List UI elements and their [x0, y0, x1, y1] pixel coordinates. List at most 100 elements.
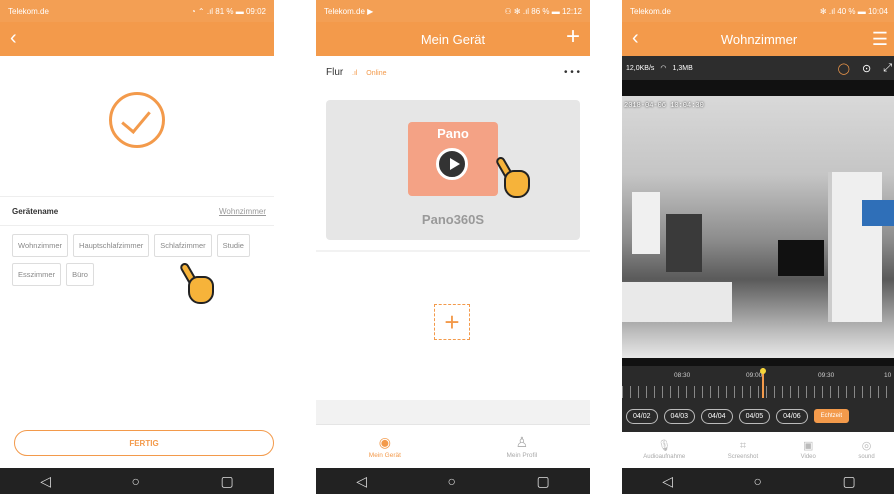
tool-label: Audioaufnahme [643, 454, 686, 460]
signal-icon: .ıl [352, 69, 358, 77]
more-options-icon[interactable]: • • • [564, 67, 580, 78]
data-used-text: 1,3MB [672, 64, 693, 72]
brand-text: Pano360S [421, 212, 485, 227]
date-chip[interactable]: 04/06 [776, 408, 808, 424]
phone-screen-live-view: Telekom.de ✻ .ıl 40 % ▬ 10:04 ‹ Wohnzimm… [622, 0, 894, 494]
device-name-label: Gerätename [12, 206, 59, 216]
live-button[interactable]: Echtzeit [813, 409, 849, 423]
time-label: 10 [884, 372, 892, 379]
success-check [0, 92, 274, 148]
status-bar: Telekom.de ▶ ⚇ ✻ .ıl 86 % ▬ 12:12 [316, 0, 590, 22]
online-status: Online [366, 69, 387, 77]
fullscreen-icon[interactable]: ⤢ [883, 62, 892, 75]
android-nav-bar: ◁ ○ ▢ [0, 468, 274, 494]
video-timestamp: 2018-04-06 10:04:30 [624, 102, 704, 110]
sound-button[interactable]: ◎ sound [858, 440, 874, 460]
crop-icon: ⌗ [739, 440, 747, 452]
status-icons: ◔ ⌃ .ıl 81 % ▬ 09:02 [190, 6, 266, 16]
tool-label: sound [858, 454, 875, 460]
finish-button[interactable]: FERTIG [14, 430, 274, 456]
video-door [666, 214, 702, 272]
wifi-icon: ◠ [660, 65, 667, 72]
room-chip[interactable]: Studie [216, 234, 250, 257]
play-icon[interactable] [436, 148, 468, 180]
chevron-left-icon[interactable]: ‹ [632, 28, 639, 48]
phone-screen-my-device: Telekom.de ▶ ⚇ ✻ .ıl 86 % ▬ 12:12 Mein G… [316, 0, 590, 494]
device-name-row[interactable]: Gerätename Wohnzimmer [0, 196, 274, 226]
room-chip[interactable]: Büro [66, 263, 94, 286]
checkmark-icon [109, 92, 165, 148]
video-camera-icon: ▣ [803, 440, 814, 452]
video-record-button[interactable]: ▣ Video [801, 440, 816, 460]
status-icons: ✻ .ıl 40 % ▬ 10:04 [819, 6, 888, 16]
playback-timeline[interactable]: 08:30 09:00 09:30 10 [622, 366, 894, 400]
date-chip[interactable]: 04/02 [626, 408, 658, 424]
menu-icon[interactable]: ☰ [872, 29, 888, 50]
carrier-text: Telekom.de ▶ [324, 6, 374, 16]
audio-record-button[interactable]: 🎙︎ Audioaufnahme [643, 440, 685, 460]
pano-logo: Pano [408, 122, 498, 196]
recents-square-icon[interactable]: ▢ [843, 473, 856, 490]
timeline-cursor[interactable] [760, 368, 766, 398]
page-title: Mein Gerät [420, 31, 486, 47]
video-picture [862, 200, 894, 226]
back-triangle-icon[interactable]: ◁ [356, 473, 367, 490]
bottom-tab-bar: ◉ Mein Gerät ♙ Mein Profil [316, 424, 590, 468]
tool-label: Video [800, 454, 816, 460]
home-circle-icon[interactable]: ○ [754, 473, 762, 489]
status-bar: Telekom.de ✻ .ıl 40 % ▬ 10:04 [622, 0, 894, 22]
room-chip[interactable]: Esszimmer [12, 263, 62, 286]
live-video[interactable]: 2018-04-06 10:04:30 [622, 96, 894, 358]
video-window [632, 192, 660, 254]
screenshot-button[interactable]: ⌗ Screenshot [728, 440, 758, 460]
timeline-ticks [622, 386, 894, 398]
add-device-button[interactable]: + [434, 304, 470, 340]
date-chip[interactable]: 04/04 [701, 408, 733, 424]
back-triangle-icon[interactable]: ◁ [40, 473, 51, 490]
room-chip[interactable]: Hauptschlafzimmer [73, 234, 150, 257]
camera-thumbnail[interactable]: Pano Pano360S [326, 100, 580, 240]
logo-text: Pano [437, 126, 469, 141]
carrier-text: Telekom.de [630, 6, 671, 16]
status-icons: ⚇ ✻ .ıl 86 % ▬ 12:12 [504, 6, 582, 16]
recents-square-icon[interactable]: ▢ [221, 473, 234, 490]
carrier-text: Telekom.de [8, 6, 49, 16]
recents-square-icon[interactable]: ▢ [537, 473, 550, 490]
home-circle-icon[interactable]: ○ [448, 473, 456, 489]
video-tv [778, 240, 824, 276]
page-title: Wohnzimmer [720, 31, 798, 47]
tool-bar: 🎙︎ Audioaufnahme ⌗ Screenshot ▣ Video ◎ … [622, 432, 894, 468]
microphone-icon: 🎙︎ [657, 440, 672, 452]
android-nav-bar: ◁ ○ ▢ [316, 468, 590, 494]
navigation-icon[interactable]: ⊙ [862, 62, 871, 75]
android-nav-bar: ◁ ○ ▢ [622, 468, 894, 494]
date-selector: 04/02 04/03 04/04 04/05 04/06 Echtzeit [622, 400, 894, 432]
room-chip[interactable]: Schlafzimmer [154, 234, 212, 257]
camera-icon: ◉ [378, 433, 391, 450]
video-sofa [622, 282, 732, 322]
add-device-icon[interactable]: + [566, 24, 580, 50]
pointing-hand-icon [494, 155, 532, 202]
home-circle-icon[interactable]: ○ [132, 473, 140, 489]
time-label: 09:30 [818, 372, 835, 379]
app-bar: ‹ [0, 22, 274, 56]
hand-palm [504, 170, 530, 198]
chevron-left-icon[interactable]: ‹ [10, 28, 17, 48]
date-chip[interactable]: 04/05 [738, 408, 771, 424]
speaker-icon: ◎ [861, 440, 872, 452]
rotate-icon[interactable]: ◯ [838, 62, 850, 75]
app-bar: Mein Gerät + [316, 22, 590, 56]
video-shelf [828, 172, 882, 322]
status-bar: Telekom.de ◔ ⌃ .ıl 81 % ▬ 09:02 [0, 0, 274, 22]
room-chip[interactable]: Wohnzimmer [12, 234, 69, 257]
date-chip[interactable]: 04/03 [663, 408, 696, 424]
phone-screen-device-name: Telekom.de ◔ ⌃ .ıl 81 % ▬ 09:02 ‹ Geräte… [0, 0, 274, 494]
device-card[interactable]: Flur .ıl Online • • • Pano Pano360S [316, 56, 590, 250]
device-name-value[interactable]: Wohnzimmer [219, 207, 266, 216]
time-label: 08:30 [674, 372, 691, 379]
back-triangle-icon[interactable]: ◁ [662, 473, 673, 490]
tab-my-profile[interactable]: ♙ Mein Profil [507, 435, 538, 459]
tab-my-device[interactable]: ◉ Mein Gerät [369, 435, 401, 459]
stream-info-bar: 12,0KB/s ◠ 1,3MB ◯ ⊙ ⤢ [622, 56, 894, 80]
device-card-header: Flur .ıl Online • • • [316, 56, 590, 88]
